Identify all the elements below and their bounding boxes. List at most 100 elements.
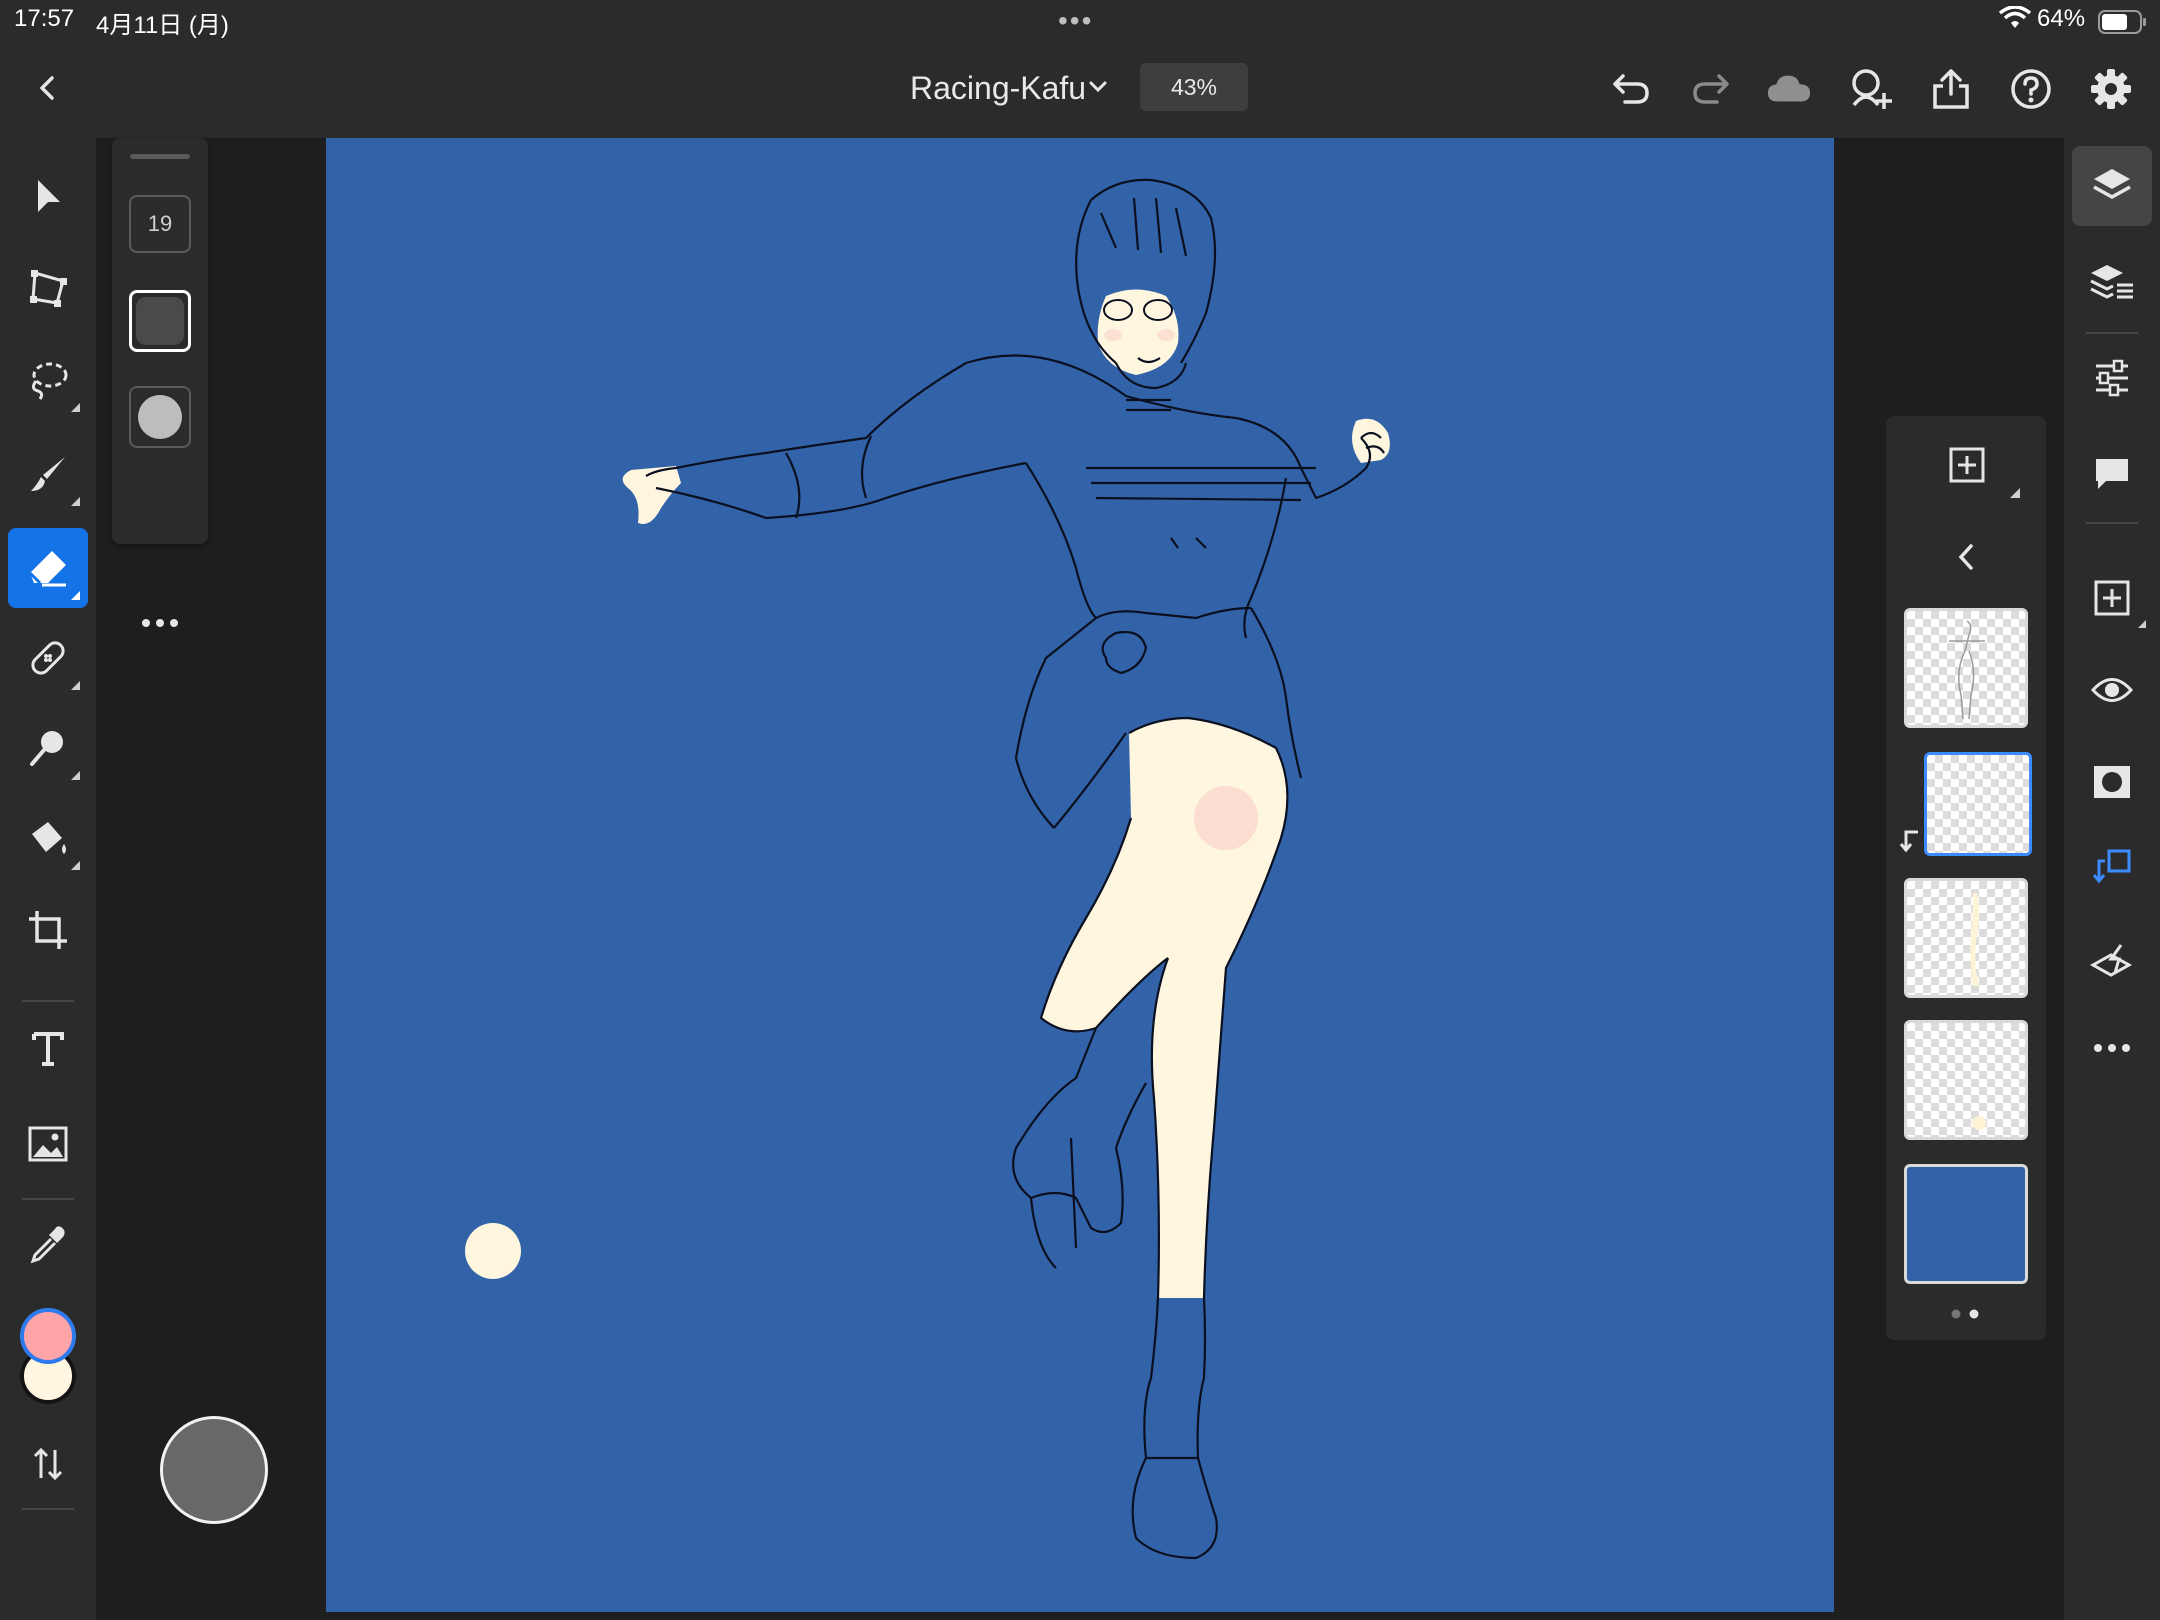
select-icon [38, 180, 60, 212]
square-tip-button[interactable] [129, 290, 191, 352]
transform-icon [30, 270, 67, 307]
paint-dot [465, 1223, 521, 1279]
add-layer-icon[interactable] [1948, 446, 1986, 484]
settings-icon[interactable] [2088, 66, 2134, 112]
title-bar: Racing-Kafu 43% [0, 42, 2160, 140]
visibility-icon [2091, 678, 2133, 702]
zoom-level[interactable]: 43% [1140, 63, 1248, 111]
collapse-icon[interactable] [1954, 542, 1978, 572]
type-tool[interactable] [8, 1008, 88, 1088]
brush-size-input[interactable]: 19 [129, 195, 191, 253]
submenu-indicator [71, 771, 80, 780]
layer-thumbnail-lineart[interactable] [1904, 608, 2028, 728]
document-title[interactable]: Racing-Kafu [910, 70, 1086, 107]
skin-thumb [1970, 893, 1979, 986]
merge-icon [2089, 944, 2133, 977]
round-tip-icon [138, 395, 182, 439]
healing-tool[interactable] [8, 618, 88, 698]
lasso-tool[interactable] [8, 340, 88, 420]
toolbar-separator [22, 1198, 74, 1200]
submenu-indicator [2138, 620, 2146, 628]
multitasking-dots-icon[interactable]: ••• [1058, 7, 1093, 35]
crop-tool[interactable] [8, 890, 88, 970]
layer-properties-icon [2090, 265, 2133, 299]
eyedropper-tool[interactable] [8, 1204, 88, 1284]
submenu-indicator [71, 497, 80, 506]
round-tip-button[interactable] [129, 386, 191, 448]
submenu-indicator [71, 403, 80, 412]
clipping-button[interactable] [2072, 828, 2152, 908]
comments-button[interactable] [2072, 434, 2152, 514]
healing-icon [31, 641, 65, 675]
image-icon [28, 1126, 68, 1162]
merge-button[interactable] [2072, 920, 2152, 1000]
eraser-tool[interactable] [8, 528, 88, 608]
adjustments-button[interactable] [2072, 338, 2152, 418]
fill-icon [32, 822, 66, 854]
layers-button[interactable] [2072, 146, 2152, 226]
layer-properties-button[interactable] [2072, 242, 2152, 322]
panel-drag-handle[interactable] [130, 154, 190, 159]
smudge-tool[interactable] [8, 708, 88, 788]
select-tool[interactable] [8, 156, 88, 236]
submenu-indicator [71, 591, 80, 600]
type-icon [32, 1032, 64, 1066]
transform-tool[interactable] [8, 248, 88, 328]
color-swatches[interactable] [14, 1304, 80, 1414]
clipping-mask-icon [1899, 830, 1918, 853]
layers-panel [1886, 416, 2046, 1340]
mask-icon [2094, 766, 2130, 798]
brush-icon [31, 457, 65, 491]
fill-tool[interactable] [8, 798, 88, 878]
adjustments-icon [2096, 359, 2128, 397]
add-layer-button[interactable] [2072, 558, 2152, 638]
more-button[interactable] [2072, 1008, 2152, 1088]
left-toolbar [0, 138, 96, 1620]
toolbar-separator [2086, 332, 2138, 334]
add-layer-icon [2094, 580, 2130, 616]
status-bar: 17:57 4月11日 (月) ••• 64% [0, 0, 2160, 42]
submenu-indicator [2010, 488, 2020, 498]
touch-shortcut-button[interactable] [160, 1416, 268, 1524]
lineart-thumb [1949, 620, 1985, 720]
chevron-down-icon[interactable] [1088, 80, 1108, 94]
layers-icon [2093, 169, 2131, 200]
layer-thumbnail-dot[interactable] [1904, 1020, 2028, 1140]
swap-colors-icon [33, 1447, 63, 1481]
image-tool[interactable] [8, 1104, 88, 1184]
brush-tool[interactable] [8, 434, 88, 514]
artwork-drawing [465, 178, 1390, 1560]
layer-thumbnail-background[interactable] [1904, 1164, 2028, 1284]
toolbar-separator [22, 1508, 74, 1510]
status-date: 4月11日 (月) [96, 12, 229, 39]
crop-icon [29, 911, 67, 949]
battery-icon [2098, 10, 2146, 34]
status-time: 17:57 [14, 5, 75, 32]
help-icon[interactable] [2008, 66, 2054, 112]
smudge-icon [30, 731, 63, 766]
undo-icon[interactable] [1608, 66, 1654, 112]
cloud-icon[interactable] [1766, 66, 1812, 112]
share-icon[interactable] [1928, 66, 1974, 112]
tool-options-panel: 19 [112, 138, 208, 627]
layer-thumbnail-skin[interactable] [1904, 878, 2028, 998]
submenu-indicator [71, 681, 80, 690]
mask-button[interactable] [2072, 742, 2152, 822]
battery-percent: 64% [2037, 5, 2086, 32]
square-tip-icon [136, 297, 184, 345]
back-icon[interactable] [30, 70, 66, 106]
right-toolbar [2064, 138, 2160, 1620]
redo-icon[interactable] [1688, 66, 1734, 112]
swap-colors-tool[interactable] [8, 1424, 88, 1504]
visibility-button[interactable] [2072, 650, 2152, 730]
layer-thumbnail-selected[interactable] [1924, 752, 2032, 856]
invite-icon[interactable] [1848, 66, 1894, 112]
lasso-icon [31, 362, 68, 400]
dot-thumb [1972, 1116, 1986, 1130]
primary-color-swatch [20, 1308, 76, 1364]
more-icon [2094, 1044, 2130, 1052]
more-icon[interactable] [140, 616, 180, 630]
toolbar-separator [2086, 522, 2138, 524]
artwork-canvas[interactable] [326, 138, 1834, 1612]
eraser-icon [28, 551, 66, 587]
